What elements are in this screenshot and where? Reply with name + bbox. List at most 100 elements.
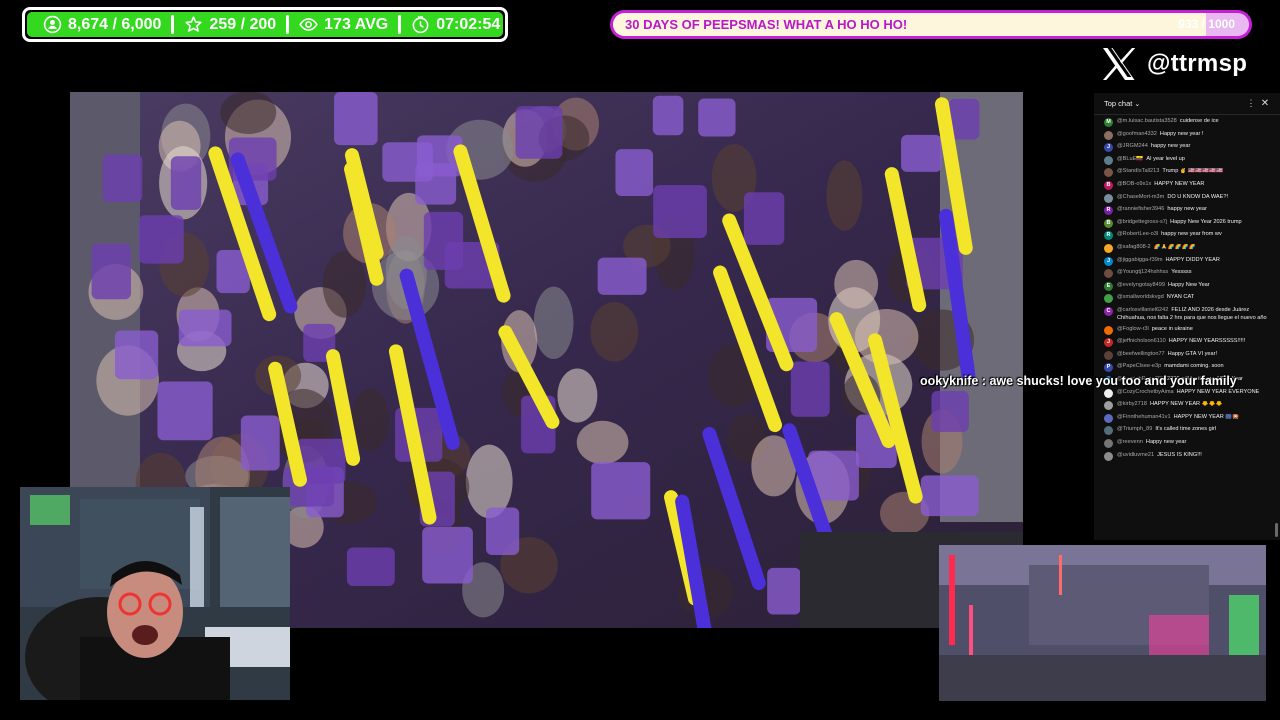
avatar[interactable] [1104, 426, 1113, 436]
chat-author[interactable]: @beefwellington77 [1117, 351, 1165, 357]
chat-text: DO U KNOW DA WAE?! [1167, 193, 1229, 200]
chat-text: 🌈🙏🌈🌈🌈🌈 [1153, 243, 1196, 250]
chat-message-list: M @m.luisac.bautista3528 cuidense de ice @g… [1094, 115, 1280, 461]
chat-author[interactable]: @Finnthehuman41v1 [1117, 414, 1171, 420]
chat-message-body: @ranniefisher3946 happy new year [1117, 206, 1274, 215]
chat-text: JESUS IS KING!!! [1157, 451, 1202, 458]
avatar[interactable]: J [1104, 143, 1113, 153]
chat-text: mamdami coming. soon [1164, 363, 1224, 370]
avatar[interactable] [1104, 325, 1113, 335]
person-badge-icon [43, 15, 62, 34]
chat-author[interactable]: @m.luisac.bautista3528 [1117, 118, 1177, 124]
avatar[interactable]: C [1104, 306, 1113, 316]
goal-track: 30 DAYS OF PEEPSMAS! WHAT A HO HO HO! 93… [613, 13, 1249, 36]
chat-text: HAPPY NEW YEARSSSSS!!!!! [1168, 338, 1246, 345]
chat-message: @Youngtj124hshhss Yesssss [1104, 269, 1274, 279]
chat-author[interactable]: @smallworldskvgd [1117, 294, 1164, 300]
followers-value: 8,674 / 6,000 [68, 15, 162, 33]
chat-author[interactable]: @CozyCrochetbyAima [1117, 389, 1174, 395]
avatar[interactable] [1104, 168, 1113, 178]
avatar[interactable]: B [1104, 180, 1113, 190]
chat-author[interactable]: @kirby2718 [1117, 401, 1147, 407]
chat-mode-dropdown[interactable]: Top chat ⌄ [1104, 99, 1244, 108]
avatar[interactable]: E [1104, 281, 1113, 291]
chat-message-body: @jeffnicholson6110 HAPPY NEW YEARSSSSS!!!… [1117, 338, 1274, 347]
goal-title: 30 DAYS OF PEEPSMAS! WHAT A HO HO HO! [625, 17, 908, 32]
chat-author[interactable]: @reevenn [1117, 439, 1143, 445]
avatar[interactable] [1104, 439, 1113, 449]
chat-message: R @RobertLee-o3l happy new year from wv [1104, 231, 1274, 241]
avatar[interactable] [1104, 350, 1113, 360]
chat-author[interactable]: @BOB-o9x1x [1117, 181, 1151, 187]
avatar[interactable] [1104, 294, 1113, 304]
chat-author[interactable]: @evelyngotay8499 [1117, 282, 1165, 288]
stream-stats-inner: 8,674 / 6,000 259 / 200 173 AVG 07:02:54 [27, 12, 503, 37]
chat-text: happy new year [1167, 206, 1207, 213]
avatar[interactable] [1104, 243, 1113, 253]
chat-message-body: @bridgettegross-s7j Happy New Year 2026 t… [1117, 219, 1274, 228]
chat-author[interactable]: @ranniefisher3946 [1117, 206, 1164, 212]
chat-author[interactable]: @JRGM244 [1117, 143, 1148, 149]
chat-author[interactable]: @Foglow-r3l [1117, 326, 1149, 332]
chat-text: Happy New Year [1167, 281, 1210, 288]
chat-message-body: @Finnthehuman41v1 HAPPY NEW YEAR 🎆🎇 [1117, 414, 1274, 423]
avatar[interactable] [1104, 388, 1113, 398]
chat-author[interactable]: @ChaseMort-m3m [1117, 194, 1164, 200]
chat-message-body: @BLuE🇪🇨 AI year level up [1117, 156, 1274, 165]
chat-author[interactable]: @StandIsTall213 [1117, 168, 1159, 174]
chat-message-body: @m.luisac.bautista3528 cuidense de ice [1117, 118, 1274, 127]
avatar[interactable]: R [1104, 231, 1113, 241]
close-icon[interactable]: ✕ [1258, 98, 1272, 109]
chat-author[interactable]: @RobertLee-o3l [1117, 231, 1158, 237]
chat-author[interactable]: @PapeClsee-e3p [1117, 363, 1161, 369]
chat-message-body: @beefwellington77 Happy GTA VI year! [1117, 351, 1274, 360]
chat-author[interactable]: @Youngtj124hshhss [1117, 269, 1168, 275]
chat-text: happy new year from wv [1161, 231, 1222, 238]
stars-value: 259 / 200 [209, 15, 277, 33]
chat-message: @CozyCrochetbyAima HAPPY NEW YEAR EVERYON… [1104, 388, 1274, 398]
avatar[interactable] [1104, 130, 1113, 140]
avatar[interactable]: R [1104, 206, 1113, 216]
chat-author[interactable]: @goofman4332 [1117, 131, 1157, 137]
avatar[interactable] [1104, 401, 1113, 411]
avatar[interactable]: B [1104, 218, 1113, 228]
chat-message: @smallworldskvgd NYAN CAT [1104, 294, 1274, 304]
chat-message: E @evelyngotay8499 Happy New Year [1104, 281, 1274, 291]
social-handle-text: @ttrmsp [1147, 50, 1248, 77]
avatar[interactable]: J [1104, 256, 1113, 266]
chat-message: B @bridgettegross-s7j Happy New Year 2026 … [1104, 218, 1274, 228]
chat-message: J @JRGM244 happy new year [1104, 143, 1274, 153]
avatar[interactable]: P [1104, 363, 1113, 373]
chat-author[interactable]: @Triumph_89 [1117, 426, 1152, 432]
avatar[interactable] [1104, 155, 1113, 165]
sub-goal-bar: 30 DAYS OF PEEPSMAS! WHAT A HO HO HO! 93… [610, 10, 1252, 39]
chevron-down-icon: ⌄ [1134, 100, 1141, 108]
chat-scrollbar[interactable] [1275, 523, 1278, 537]
avatar[interactable] [1104, 413, 1113, 423]
avatar[interactable] [1104, 451, 1113, 461]
more-options-icon[interactable]: ⋮ [1244, 98, 1258, 109]
timer-icon [412, 16, 429, 34]
chat-message: @StandIsTall213 Trump ✌ 🇺🇸🇺🇸🇺🇸🇺🇸🇺🇸 [1104, 168, 1274, 178]
avatar[interactable]: M [1104, 118, 1113, 127]
chat-author[interactable]: @carlosvillaniel6242 [1117, 307, 1168, 313]
chat-author[interactable]: @bridgettegross-s7j [1117, 219, 1167, 225]
chat-author[interactable]: @uvidluvme21 [1117, 452, 1154, 458]
chat-message: P @PapeClsee-e3p mamdami coming. soon [1104, 363, 1274, 373]
chat-author[interactable]: @jiggabigga-f39m [1117, 257, 1162, 263]
chat-author[interactable]: @BLuE🇪🇨 [1117, 156, 1143, 162]
avatar[interactable] [1104, 269, 1113, 279]
chat-message-body: @uvidluvme21 JESUS IS KING!!! [1117, 452, 1274, 461]
stars-stat: 259 / 200 [174, 15, 286, 34]
chat-header: Top chat ⌄ ⋮ ✕ [1094, 93, 1280, 115]
chat-author[interactable]: @safag808-2 [1117, 244, 1151, 250]
chat-message-body: @Youngtj124hshhss Yesssss [1117, 269, 1274, 278]
room-camera [939, 545, 1266, 701]
chat-message-body: @evelyngotay8499 Happy New Year [1117, 282, 1274, 291]
avatar[interactable] [1104, 193, 1113, 203]
chat-text: cuidense de ice [1179, 118, 1219, 124]
chat-message: @BLuE🇪🇨 AI year level up [1104, 155, 1274, 165]
chat-author[interactable]: @jeffnicholson6110 [1117, 338, 1166, 344]
avatar[interactable]: J [1104, 338, 1113, 348]
chat-message-body: @safag808-2 🌈🙏🌈🌈🌈🌈 [1117, 244, 1274, 253]
